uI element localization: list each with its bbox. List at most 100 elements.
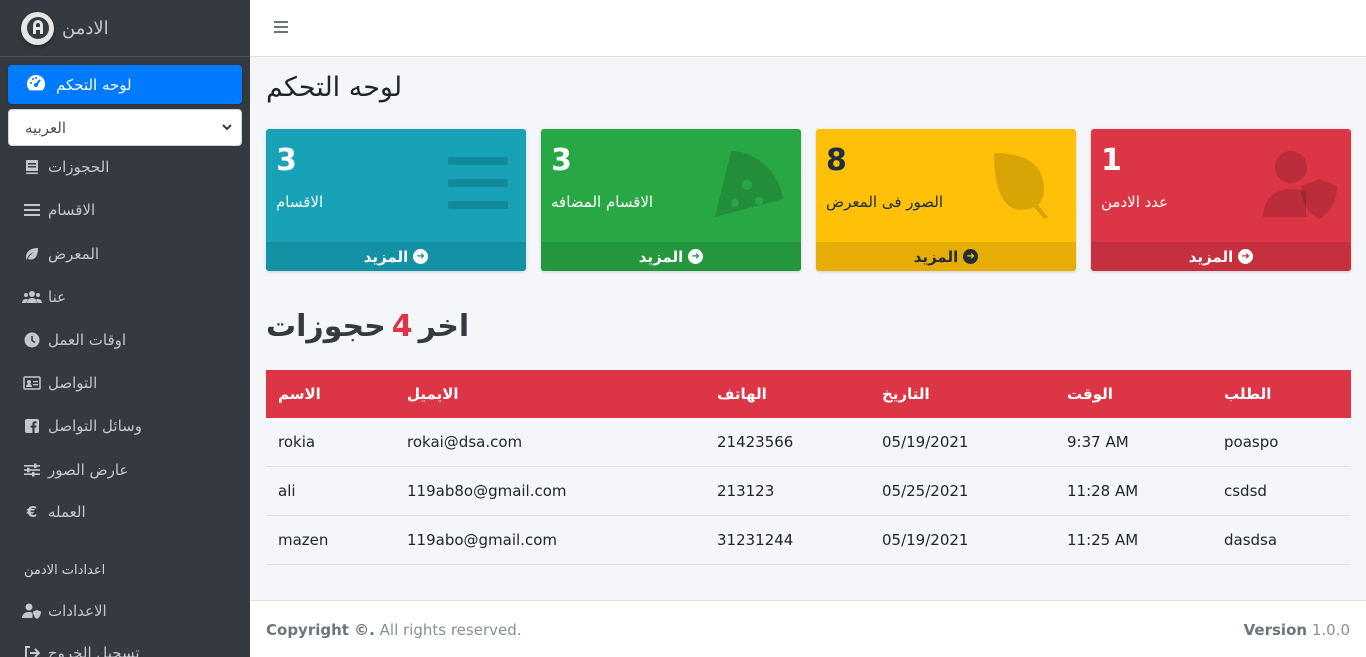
nav-item-working-hours[interactable]: اوقات العمل <box>22 328 126 352</box>
copyright-rest: All rights reserved. <box>374 621 522 639</box>
nav-item-dashboard[interactable]: لوحه التحكم <box>8 65 242 104</box>
copyright-bold: Copyright ©. <box>266 621 375 639</box>
version-value: 1.0.0 <box>1307 621 1350 639</box>
language-select-value: العربيه <box>25 118 66 137</box>
cell-phone: 21423566 <box>717 433 794 451</box>
clock-icon <box>22 330 42 350</box>
cell-name: rokia <box>278 433 316 451</box>
column-header-date: التاريخ <box>882 385 930 403</box>
nav-item-social-media[interactable]: وسائل التواصل <box>22 414 142 438</box>
user-shield-icon <box>22 601 42 621</box>
nav-item-label: تسجيل الخروج <box>48 644 140 657</box>
nav-item-label: الاقسام <box>48 201 96 219</box>
top-navbar <box>250 0 1366 57</box>
sidebar: الادمن لوحه التحكم العربيه الحجوزات الاق… <box>0 0 250 657</box>
nav-item-label: الحجوزات <box>48 158 110 176</box>
column-header-phone: الهاتف <box>717 385 767 403</box>
cell-phone: 213123 <box>717 482 775 500</box>
table-row: mazen 119abo@gmail.com 31231244 05/19/20… <box>266 516 1351 565</box>
cell-order: csdsd <box>1224 482 1267 500</box>
brand-link[interactable]: الادمن <box>0 0 250 57</box>
language-select[interactable]: العربيه <box>8 109 242 146</box>
table-row: rokia rokai@dsa.com 21423566 05/19/2021 … <box>266 418 1351 467</box>
stat-label: الصور فى المعرض <box>826 193 944 211</box>
table-header: الاسم الايميل الهاتف التاريخ الوقت الطلب <box>266 370 1351 418</box>
stat-value: 8 <box>826 143 847 178</box>
more-info-label: المزيد <box>913 247 959 266</box>
nav-item-label: وسائل التواصل <box>48 417 142 435</box>
leaf-icon <box>994 153 1048 219</box>
cell-name: ali <box>278 482 296 500</box>
nav-header-admin-settings: اعدادات الادمن <box>24 563 106 578</box>
nav-item-logout[interactable]: تسجيل الخروج <box>22 641 140 657</box>
brand-text: الادمن <box>62 17 109 39</box>
nav-item-about[interactable]: عنا <box>22 285 66 309</box>
version-text: Version 1.0.0 <box>1244 621 1350 639</box>
cell-order: poaspo <box>1224 433 1279 451</box>
cell-date: 05/19/2021 <box>882 531 969 549</box>
cell-email: rokai@dsa.com <box>407 433 523 451</box>
pizza-slice-icon <box>715 151 783 217</box>
stat-label: الاقسام <box>276 193 324 211</box>
nav-item-label: التواصل <box>48 374 98 392</box>
nav-item-bookings[interactable]: الحجوزات <box>22 155 109 179</box>
cell-order: dasdsa <box>1224 531 1278 549</box>
cell-email: 119ab8o@gmail.com <box>407 482 567 500</box>
cell-date: 05/19/2021 <box>882 433 969 451</box>
leaf-icon <box>22 244 42 264</box>
chevron-down-icon <box>221 119 233 137</box>
more-info-link[interactable]: المزيد ➜ <box>816 242 1076 271</box>
cell-phone: 31231244 <box>717 531 794 549</box>
stat-value: 3 <box>276 143 297 178</box>
nav-item-currency[interactable]: € العمله <box>22 500 86 524</box>
more-info-link[interactable]: المزيد ➜ <box>1091 242 1351 271</box>
nav-item-sections[interactable]: الاقسام <box>22 198 95 222</box>
column-header-time: الوقت <box>1067 385 1113 403</box>
column-header-email: الايميل <box>407 385 459 403</box>
cell-email: 119abo@gmail.com <box>407 531 557 549</box>
more-info-label: المزيد <box>363 247 409 266</box>
title-prefix: اخر <box>418 309 470 344</box>
arrow-circle-right-icon: ➜ <box>413 249 429 264</box>
nav-item-label: العمله <box>48 503 86 521</box>
nav-item-label: لوحه التحكم <box>56 75 132 94</box>
nav-item-contact[interactable]: التواصل <box>22 371 97 395</box>
bookings-count: 4 <box>391 309 413 344</box>
more-info-link[interactable]: المزيد ➜ <box>266 242 526 271</box>
page-title: لوحه التحكم <box>266 72 403 103</box>
more-info-label: المزيد <box>638 247 684 266</box>
nav-item-gallery[interactable]: المعرض <box>22 242 99 266</box>
nav-item-settings[interactable]: الاعدادات <box>22 599 107 623</box>
facebook-icon <box>22 416 42 436</box>
menu-toggle-icon[interactable] <box>274 21 288 35</box>
column-header-name: الاسم <box>278 385 321 403</box>
cell-time: 11:28 AM <box>1067 482 1139 500</box>
copyright-text: Copyright ©. All rights reserved. <box>266 621 522 639</box>
stat-box-gallery-images: 8 الصور فى المعرض المزيد ➜ <box>816 129 1076 271</box>
nav-item-label: عنا <box>48 288 67 306</box>
euro-icon: € <box>26 503 38 521</box>
users-icon <box>22 287 42 307</box>
stat-value: 3 <box>551 143 572 178</box>
cell-date: 05/25/2021 <box>882 482 969 500</box>
cell-name: mazen <box>278 531 329 549</box>
title-suffix: حجوزات <box>266 309 386 344</box>
more-info-link[interactable]: المزيد ➜ <box>541 242 801 271</box>
brand-logo-icon <box>21 11 54 45</box>
more-info-label: المزيد <box>1188 247 1234 266</box>
column-header-order: الطلب <box>1224 385 1272 403</box>
bookings-table: الاسم الايميل الهاتف التاريخ الوقت الطلب… <box>266 370 1351 565</box>
nav-item-label: اوقات العمل <box>48 331 127 349</box>
latest-bookings-title: اخر4حجوزات <box>266 309 469 344</box>
stat-box-added-sections: 3 الاقسام المضافه المزيد ➜ <box>541 129 801 271</box>
bars-icon <box>22 200 42 220</box>
arrow-circle-right-icon: ➜ <box>1238 249 1254 264</box>
user-shield-icon <box>1263 151 1337 219</box>
arrow-circle-right-icon: ➜ <box>963 249 979 264</box>
bars-icon <box>448 157 508 209</box>
version-label: Version <box>1243 621 1308 639</box>
arrow-circle-right-icon: ➜ <box>688 249 704 264</box>
id-card-icon <box>22 373 42 393</box>
book-icon <box>22 157 42 177</box>
nav-item-slider[interactable]: عارض الصور <box>22 458 128 482</box>
